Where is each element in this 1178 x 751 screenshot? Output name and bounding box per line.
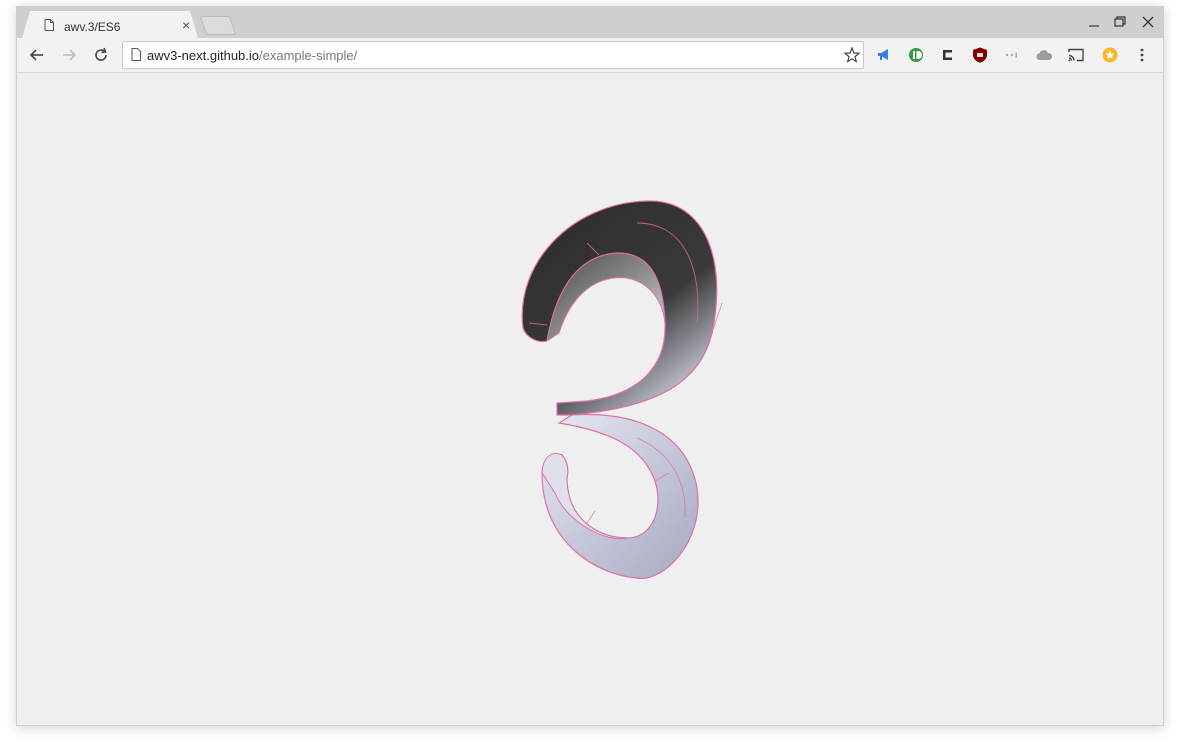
tab-strip: awv.3/ES6 ×	[17, 7, 1163, 38]
digit-top-arc	[521, 200, 718, 416]
url-path: /example-simple/	[259, 48, 358, 63]
reload-icon[interactable]	[91, 45, 111, 65]
new-tab-icon[interactable]	[199, 16, 237, 35]
close-icon[interactable]	[1137, 13, 1159, 31]
ublock-icon[interactable]	[971, 46, 989, 64]
page-icon	[44, 19, 54, 31]
minimize-icon[interactable]	[1083, 13, 1105, 31]
star-icon[interactable]	[843, 46, 861, 64]
pushbullet-icon[interactable]	[907, 46, 925, 64]
megaphone-icon[interactable]	[875, 46, 893, 64]
back-arrow-icon[interactable]	[27, 45, 47, 65]
cloud-icon[interactable]	[1035, 46, 1053, 64]
url-text[interactable]: awv3-next.github.io/example-simple/	[147, 48, 357, 63]
restore-icon[interactable]	[1109, 13, 1131, 31]
tab-active[interactable]: awv.3/ES6 ×	[22, 11, 198, 38]
bracket-icon[interactable]	[939, 46, 957, 64]
3d-digit-3-model[interactable]	[487, 183, 747, 583]
kebab-menu-icon[interactable]	[1133, 46, 1151, 64]
cast-icon[interactable]	[1067, 46, 1085, 64]
tab-close-icon[interactable]: ×	[182, 18, 190, 32]
page-viewport[interactable]	[17, 73, 1163, 725]
toolbar: awv3-next.github.io/example-simple/	[17, 38, 1163, 73]
address-bar[interactable]: awv3-next.github.io/example-simple/	[122, 41, 864, 69]
forward-arrow-icon[interactable]	[59, 45, 79, 65]
star-badge-icon[interactable]	[1101, 46, 1119, 64]
browser-window: awv.3/ES6 × awv3-next.github.io/example-…	[16, 6, 1164, 726]
url-host: awv3-next.github.io	[147, 48, 260, 63]
tab-title: awv.3/ES6	[64, 20, 121, 34]
dots-icon[interactable]	[1003, 46, 1021, 64]
page-info-icon[interactable]	[131, 48, 141, 61]
